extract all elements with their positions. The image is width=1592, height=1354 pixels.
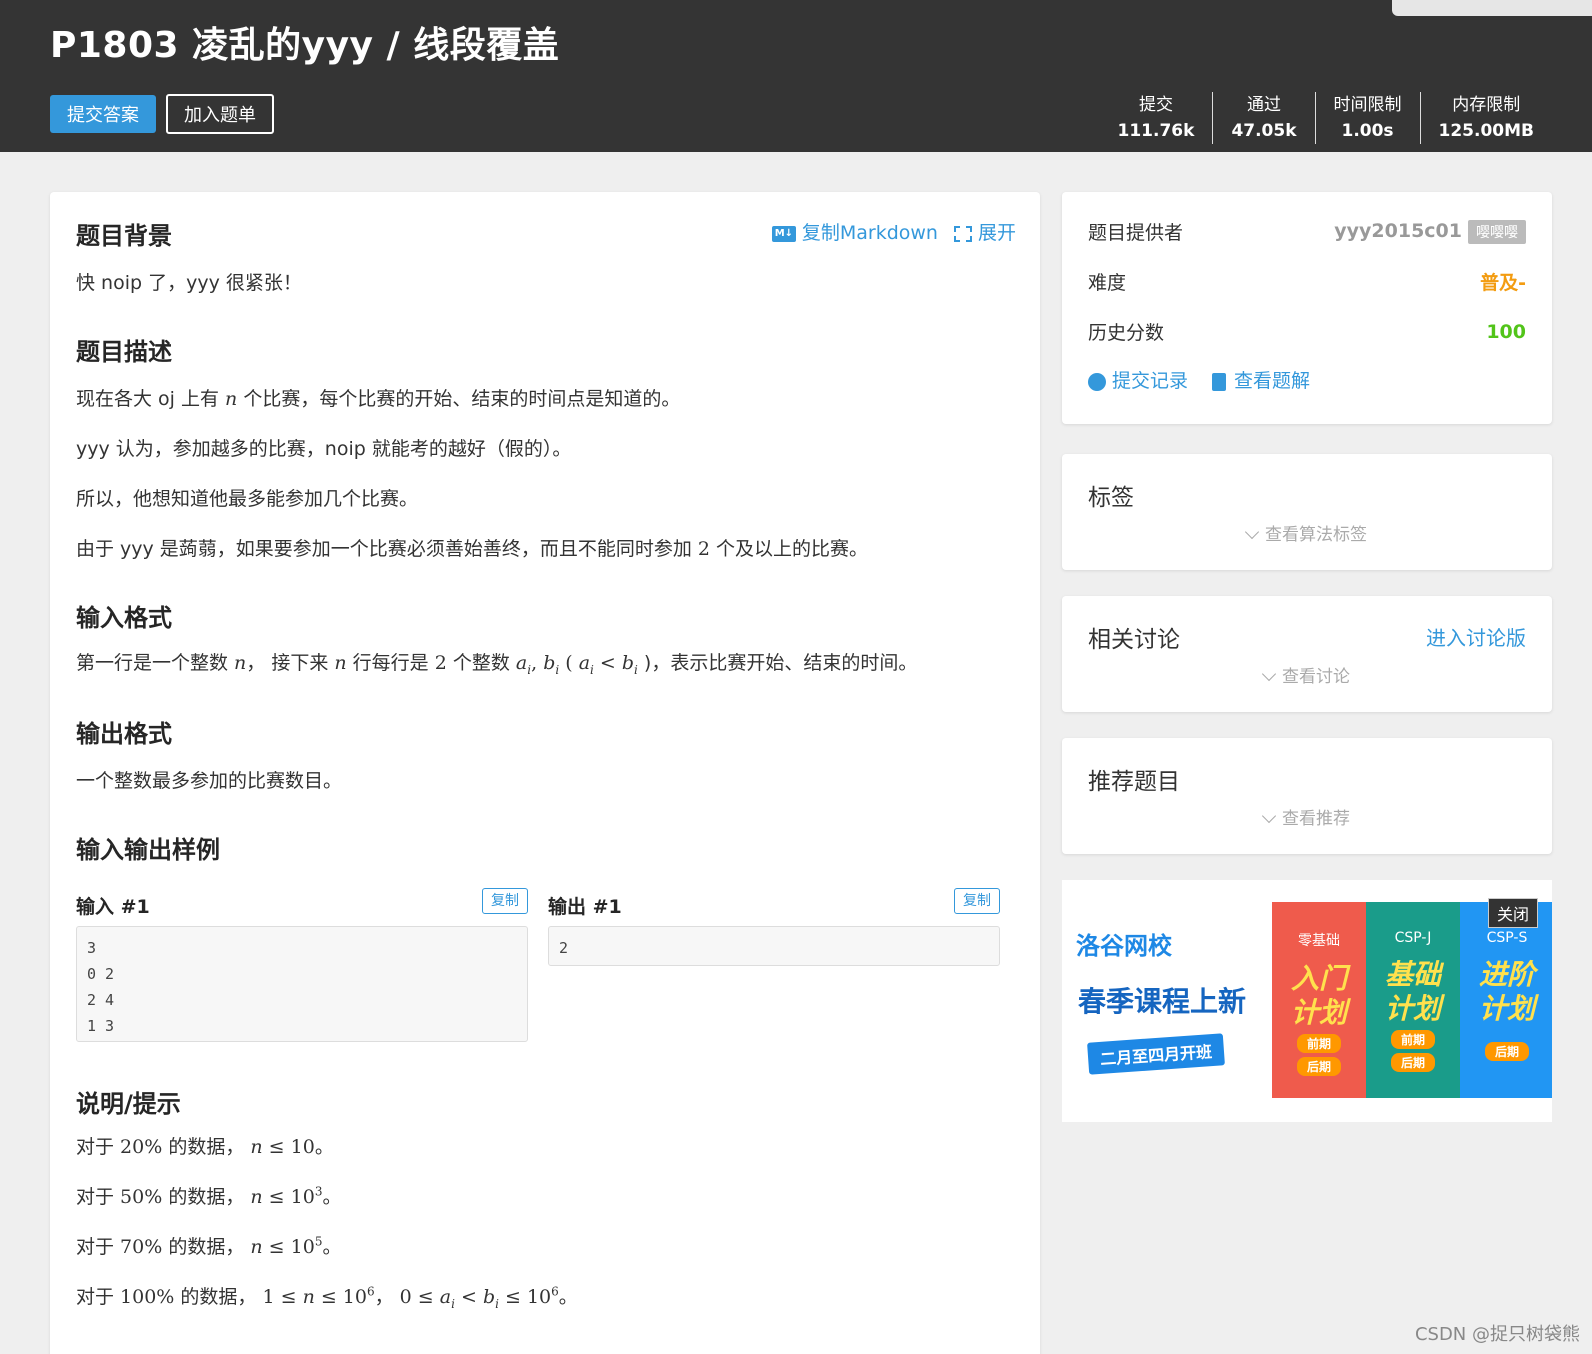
hint-line-1: 对于 20% 的数据， n ≤ 10。: [76, 1136, 334, 1158]
difficulty-row: 难度 普及-: [1088, 268, 1526, 295]
tags-title: 标签: [1088, 485, 1134, 511]
tags-card: 标签 查看算法标签: [1062, 454, 1552, 570]
book-icon: [1212, 372, 1227, 391]
description-p1: 现在各大 oj 上有 n 个比赛，每个比赛的开始、结束的时间点是知道的。: [76, 388, 681, 410]
pie-chart-icon: [1088, 372, 1106, 391]
score-row: 历史分数 100: [1088, 318, 1526, 345]
chevron-down-icon: [1244, 524, 1260, 540]
background-text: 快 noip 了，yyy 很紧张！: [76, 272, 302, 294]
watermark: CSDN @捉只树袋熊: [1414, 1324, 1580, 1345]
stat-time-limit: 时间限制 1.00s: [1314, 92, 1420, 144]
ad-course-csp-s[interactable]: CSP-S 进阶 计划 后期: [1460, 902, 1552, 1098]
copy-output-button[interactable]: 复制: [954, 888, 1000, 914]
statement-tools: M↓ 复制Markdown 展开: [771, 218, 1016, 245]
hint-line-3: 对于 70% 的数据， n ≤ 105。: [76, 1234, 342, 1258]
ad-course-beginner[interactable]: 零基础 入门 计划 前期 后期: [1272, 902, 1366, 1098]
view-discussion-toggle[interactable]: 查看讨论: [1062, 662, 1552, 687]
stat-label: 通过: [1246, 95, 1281, 115]
copy-markdown-label: 复制Markdown: [801, 222, 938, 244]
copy-input-button[interactable]: 复制: [482, 888, 528, 914]
enter-forum-link[interactable]: 进入讨论版: [1426, 622, 1526, 651]
stat-submissions: 提交 111.76k: [1100, 92, 1213, 144]
problem-stats: 提交 111.76k 通过 47.05k 时间限制 1.00s 内存限制 125…: [1100, 92, 1552, 144]
stat-value: 1.00s: [1341, 121, 1394, 141]
problem-header: P1803 凌乱的yyy / 线段覆盖 提交答案 加入题单 提交 111.76k…: [0, 0, 1592, 152]
expand-link[interactable]: 展开: [953, 218, 1016, 245]
stat-value: 111.76k: [1117, 121, 1195, 141]
ad-close-button[interactable]: 关闭: [1487, 898, 1538, 928]
problem-statement-card: M↓ 复制Markdown 展开 题目背景 快 noip 了，yyy 很紧张！ 题…: [50, 192, 1040, 1354]
provider-badge: 嘤嘤嘤: [1468, 219, 1526, 244]
provider-name[interactable]: yyy2015c01: [1334, 220, 1462, 242]
hint-heading: 说明/提示: [76, 1090, 181, 1118]
sample-output-box[interactable]: 2: [548, 926, 1000, 966]
provider-row: 题目提供者 yyy2015c01 嘤嘤嘤: [1088, 218, 1526, 245]
stat-label: 内存限制: [1452, 95, 1521, 115]
ad-course-csp-j[interactable]: CSP-J 基础 计划 前期 后期: [1366, 902, 1460, 1098]
submit-answer-button[interactable]: 提交答案: [50, 95, 156, 133]
score-value: 100: [1486, 320, 1526, 343]
stat-label: 时间限制: [1333, 95, 1402, 115]
view-solutions-link[interactable]: 查看题解: [1212, 366, 1310, 393]
ad-logo: 洛谷网校: [1076, 932, 1172, 960]
ad-slogan: 春季课程上新: [1078, 985, 1247, 1018]
recommend-title: 推荐题目: [1088, 769, 1180, 795]
input-format-heading: 输入格式: [76, 604, 172, 632]
difficulty-value: 普及-: [1480, 272, 1526, 294]
info-links: 提交记录 查看题解: [1088, 366, 1310, 393]
markdown-icon: M↓: [771, 225, 796, 242]
sample-output-label: 输出 #1: [548, 896, 622, 918]
sample-input-box[interactable]: 3 0 2 2 4 1 3: [76, 926, 528, 1042]
output-format-heading: 输出格式: [76, 720, 172, 748]
page-title: P1803 凌乱的yyy / 线段覆盖: [50, 25, 560, 66]
hint-line-4: 对于 100% 的数据， 1 ≤ n ≤ 106， 0 ≤ ai < bi ≤ …: [76, 1284, 578, 1311]
expand-icon: [953, 225, 972, 242]
description-p2: yyy 认为，参加越多的比赛，noip 就能考的越好（假的）。: [76, 438, 572, 460]
view-recommend-toggle[interactable]: 查看推荐: [1062, 804, 1552, 829]
recommend-card: 推荐题目 查看推荐: [1062, 738, 1552, 854]
chevron-down-icon: [1261, 808, 1277, 824]
top-right-tab[interactable]: [1392, 0, 1592, 16]
add-to-list-button[interactable]: 加入题单: [166, 94, 274, 134]
discussion-card: 相关讨论 进入讨论版 查看讨论: [1062, 596, 1552, 712]
chevron-down-icon: [1261, 666, 1277, 682]
input-format-text: 第一行是一个整数 n， 接下来 n 行每行是 2 个整数 ai, bi ( ai…: [76, 652, 918, 677]
stat-memory-limit: 内存限制 125.00MB: [1419, 92, 1552, 144]
submission-records-link[interactable]: 提交记录: [1088, 366, 1188, 393]
stat-value: 47.05k: [1231, 121, 1297, 141]
provider-label: 题目提供者: [1088, 222, 1184, 244]
problem-info-card: 题目提供者 yyy2015c01 嘤嘤嘤 难度 普及- 历史分数 100 提交记录…: [1062, 192, 1552, 424]
stat-label: 提交: [1138, 95, 1173, 115]
samples-heading: 输入输出样例: [76, 836, 220, 864]
ad-ribbon: 二月至四月开班: [1087, 1033, 1225, 1075]
discussion-title: 相关讨论: [1088, 627, 1180, 653]
ad-banner[interactable]: 洛谷网校 春季课程上新 二月至四月开班 零基础 入门 计划 前期 后期 CSP-…: [1062, 880, 1552, 1122]
score-label: 历史分数: [1088, 322, 1165, 344]
stat-value: 125.00MB: [1438, 121, 1534, 141]
output-format-text: 一个整数最多参加的比赛数目。: [76, 770, 343, 792]
stat-accepted: 通过 47.05k: [1212, 92, 1314, 144]
description-p3: 所以，他想知道他最多能参加几个比赛。: [76, 488, 419, 510]
view-tags-toggle[interactable]: 查看算法标签: [1062, 520, 1552, 545]
expand-label: 展开: [977, 222, 1016, 244]
difficulty-label: 难度: [1088, 272, 1127, 294]
sample-input-label: 输入 #1: [76, 896, 150, 918]
description-heading: 题目描述: [76, 338, 172, 366]
hint-line-2: 对于 50% 的数据， n ≤ 103。: [76, 1184, 342, 1208]
background-heading: 题目背景: [76, 222, 172, 250]
copy-markdown-link[interactable]: M↓ 复制Markdown: [771, 218, 938, 245]
description-p4: 由于 yyy 是蒟蒻，如果要参加一个比赛必须善始善终，而且不能同时参加 2 个及…: [76, 538, 868, 560]
